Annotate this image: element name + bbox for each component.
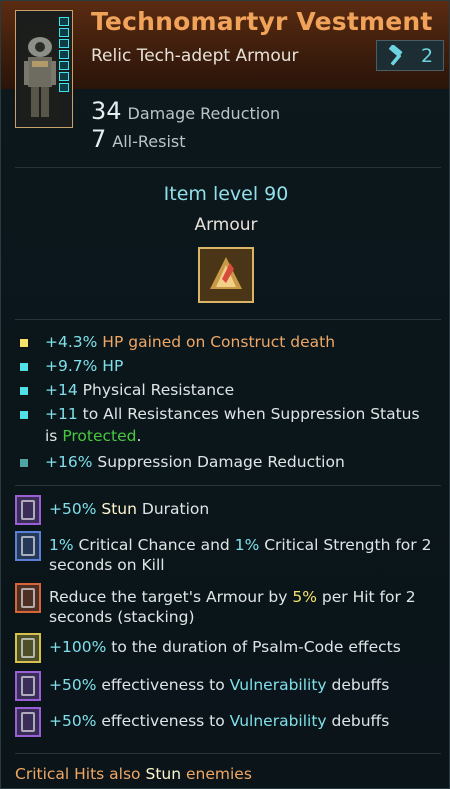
- text-segment: +50%: [49, 676, 97, 694]
- stat-damage-reduction: 34 Damage Reduction: [91, 97, 280, 125]
- text-segment: HP: [97, 357, 124, 375]
- text-segment: +11: [45, 405, 78, 423]
- perk-line: Reduce the target's Armour by 5% per Hit…: [15, 583, 435, 627]
- mod-line: +16% Suppression Damage Reduction: [15, 451, 435, 473]
- text-segment: Critical Chance and: [73, 536, 235, 554]
- text-segment: +16%: [45, 453, 93, 471]
- text-segment: +50%: [49, 712, 97, 730]
- text-segment: Vulnerability: [229, 676, 327, 694]
- divider: [15, 485, 441, 486]
- perk-line: +100% to the duration of Psalm-Code effe…: [15, 633, 435, 663]
- hammer-icon: [388, 44, 403, 65]
- mod-text: +9.7% HP: [45, 355, 435, 377]
- item-category: Armour: [194, 215, 258, 235]
- mod-line: +9.7% HP: [15, 355, 435, 377]
- stat-value: 7: [91, 125, 107, 153]
- text-segment: HP gained on Construct death: [97, 333, 336, 351]
- mod-bullet-icon: [19, 458, 29, 468]
- socket-bar: [59, 17, 69, 92]
- text-segment: Critical Hits also: [15, 765, 146, 783]
- text-segment: effectiveness to: [96, 676, 230, 694]
- mod-list: +4.3% HP gained on Construct death +9.7% …: [15, 331, 435, 475]
- mod-text: +11 to All Resistances when Suppression …: [45, 403, 435, 447]
- mod-text: +4.3% HP gained on Construct death: [45, 331, 435, 353]
- perk-list: +50% Stun Duration 1% Critical Chance and…: [15, 495, 435, 737]
- glyph-icon: [15, 495, 41, 525]
- text-segment: Suppression Damage Reduction: [92, 453, 345, 471]
- base-stats: 34 Damage Reduction 7 All-Resist: [91, 97, 280, 153]
- perk-text: +100% to the duration of Psalm-Code effe…: [49, 633, 435, 657]
- item-type: Relic Tech-adept Armour: [91, 46, 299, 66]
- perk-text: 1% Critical Chance and 1% Critical Stren…: [49, 531, 435, 575]
- stat-label: Damage Reduction: [127, 104, 281, 123]
- stat-value: 34: [91, 97, 122, 125]
- text-segment: Protected: [62, 427, 137, 445]
- text-segment: Stun: [145, 765, 182, 783]
- text-segment: to the duration of Psalm-Code effects: [106, 638, 401, 656]
- glyph-icon: [15, 671, 41, 701]
- text-segment: +4.3%: [45, 333, 98, 351]
- mod-bullet-icon: [19, 410, 29, 420]
- special-effect: Critical Hits also Stun enemies: [15, 765, 252, 783]
- text-segment: debuffs: [326, 712, 390, 730]
- perk-line: +50% effectiveness to Vulnerability debu…: [15, 707, 435, 737]
- item-portrait: [15, 10, 73, 128]
- text-segment: Duration: [136, 500, 210, 518]
- text-segment: 1%: [49, 536, 74, 554]
- mod-line: +14 Physical Resistance: [15, 379, 435, 401]
- text-segment: +9.7%: [45, 357, 98, 375]
- perk-text: +50% Stun Duration: [49, 495, 435, 519]
- armor-figure-icon: [22, 25, 58, 121]
- text-segment: 1%: [234, 536, 260, 554]
- mod-bullet-icon: [19, 362, 29, 372]
- mod-bullet-icon: [19, 386, 29, 396]
- tier-badge: 2: [376, 40, 444, 71]
- mod-text: +16% Suppression Damage Reduction: [45, 451, 435, 473]
- divider: [15, 319, 441, 320]
- stat-label: All-Resist: [112, 132, 186, 151]
- text-segment: Vulnerability: [229, 712, 327, 730]
- stat-all-resist: 7 All-Resist: [91, 125, 280, 153]
- glyph-icon: [15, 707, 41, 737]
- item-name: Technomartyr Vestment: [91, 7, 433, 36]
- perk-text: +50% effectiveness to Vulnerability debu…: [49, 671, 435, 695]
- perk-line: 1% Critical Chance and 1% Critical Stren…: [15, 531, 435, 575]
- armour-slot-icon: [200, 249, 252, 301]
- text-segment: debuffs: [326, 676, 390, 694]
- text-segment: +50%: [49, 500, 97, 518]
- glyph-icon: [15, 531, 41, 561]
- item-tooltip: Technomartyr Vestment Relic Tech-adept A…: [0, 0, 450, 789]
- tier-value: 2: [421, 44, 434, 67]
- mod-line: +4.3% HP gained on Construct death: [15, 331, 435, 353]
- text-segment: +14: [45, 381, 78, 399]
- divider: [15, 167, 441, 168]
- text-segment: Reduce the target's Armour by: [49, 588, 293, 606]
- glyph-icon: [15, 583, 41, 613]
- perk-text: +50% effectiveness to Vulnerability debu…: [49, 707, 435, 731]
- perk-line: +50% effectiveness to Vulnerability debu…: [15, 671, 435, 701]
- text-segment: .: [136, 427, 142, 445]
- perk-text: Reduce the target's Armour by 5% per Hit…: [49, 583, 435, 627]
- text-segment: +100%: [49, 638, 107, 656]
- armour-item-icon[interactable]: [198, 247, 254, 303]
- divider: [15, 753, 441, 754]
- item-level: Item level 90: [163, 183, 289, 205]
- mod-bullet-icon: [19, 338, 29, 348]
- mod-line: +11 to All Resistances when Suppression …: [15, 403, 435, 447]
- text-segment: enemies: [181, 765, 252, 783]
- perk-line: +50% Stun Duration: [15, 495, 435, 525]
- glyph-icon: [15, 633, 41, 663]
- text-segment: effectiveness to: [96, 712, 230, 730]
- text-segment: Stun: [96, 500, 137, 518]
- mod-text: +14 Physical Resistance: [45, 379, 435, 401]
- text-segment: Physical Resistance: [77, 381, 235, 399]
- text-segment: 5%: [292, 588, 317, 606]
